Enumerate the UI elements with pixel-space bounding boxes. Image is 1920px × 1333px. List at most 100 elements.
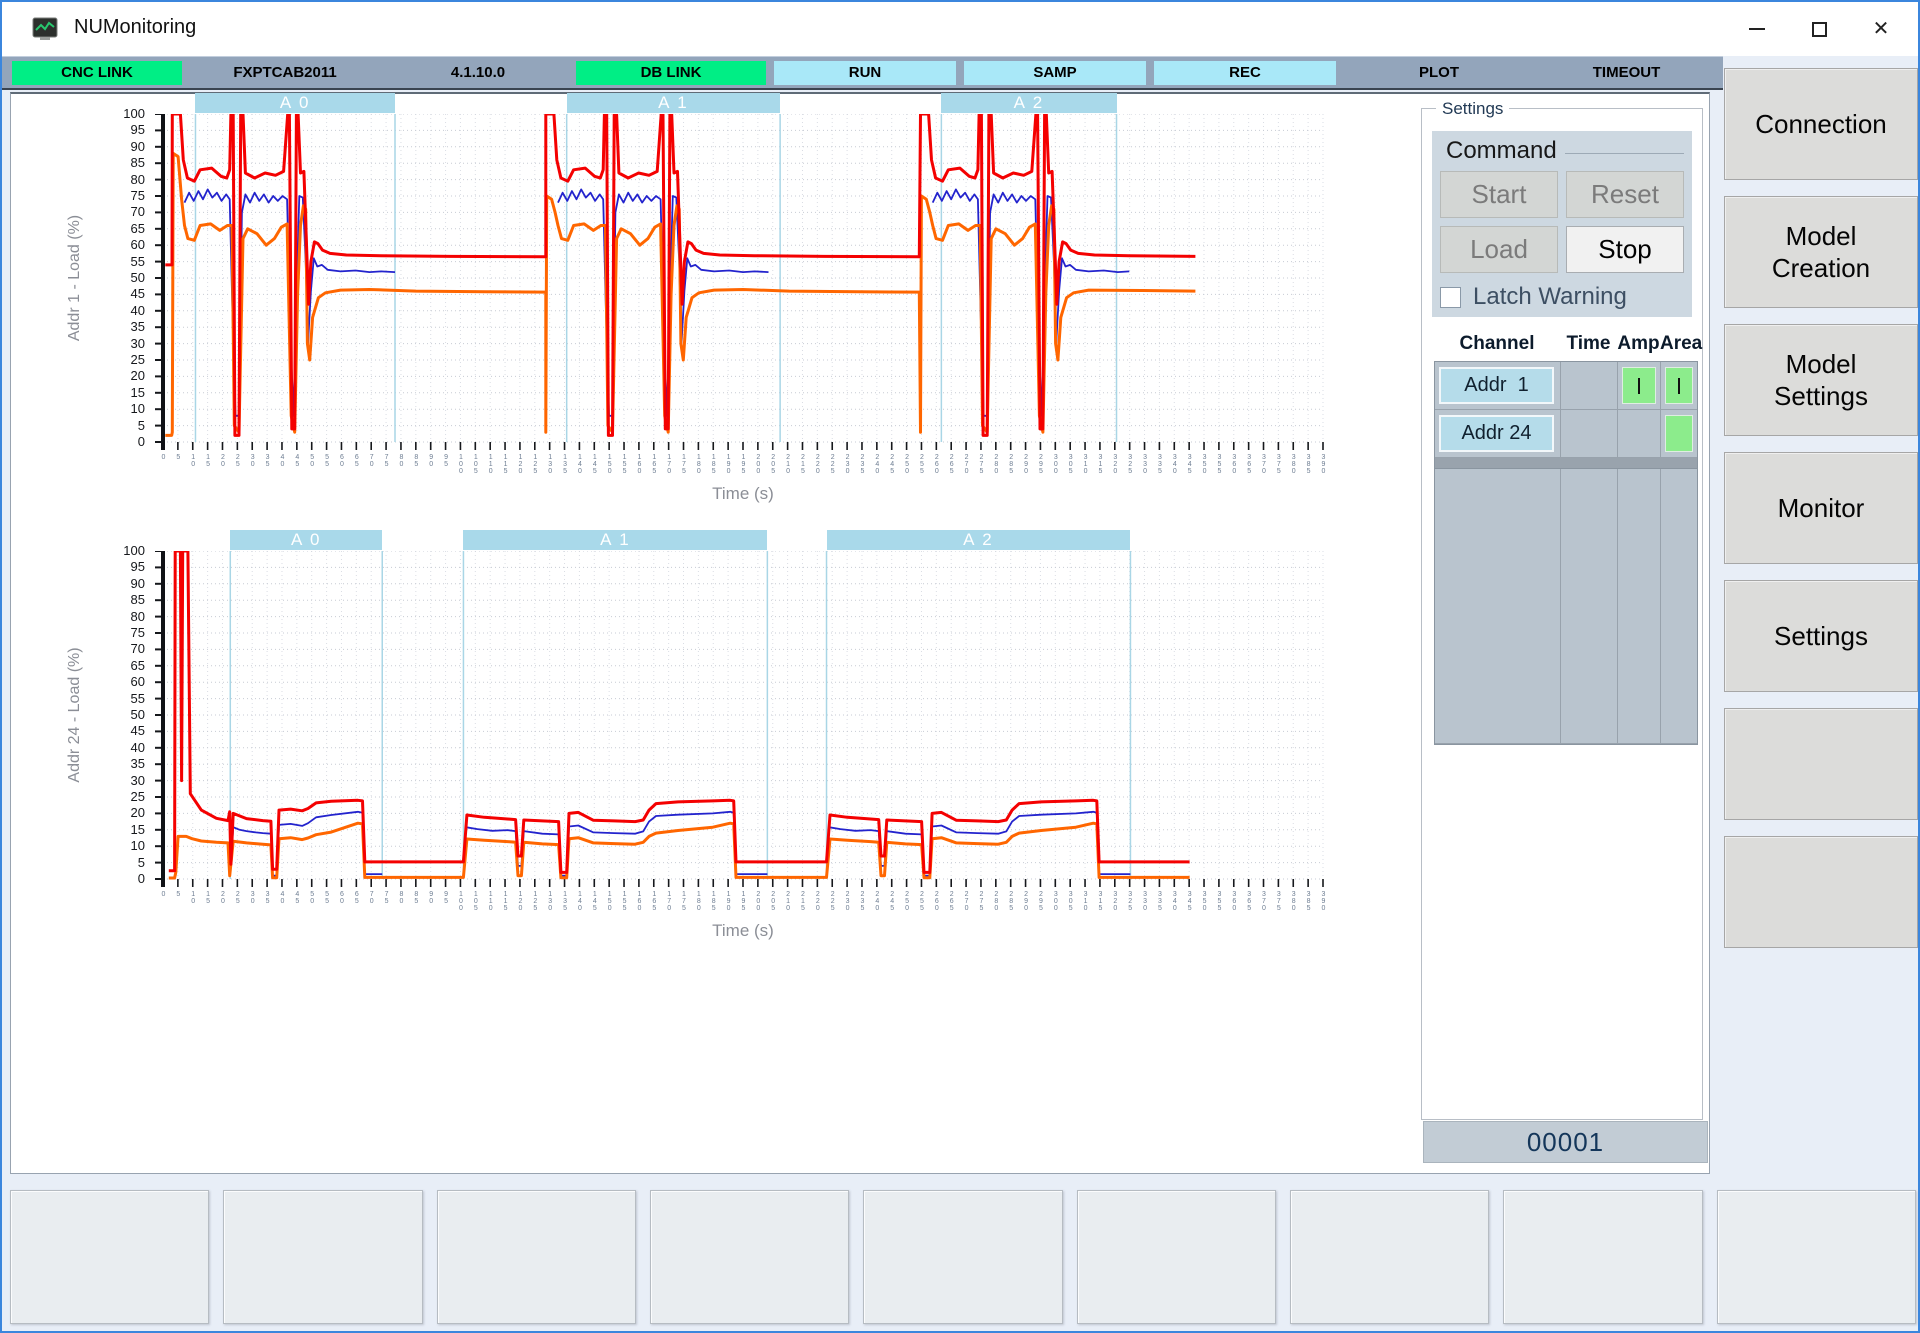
channel-button-addr-24[interactable]: Addr 24 [1439,415,1554,452]
y-tick-label: 90 [109,139,145,154]
sidebar-button-empty-6[interactable] [1724,836,1918,948]
x-tick-label: 70 [368,891,375,905]
channel-cell[interactable]: Addr 1 [1435,362,1561,410]
y-tick-label: 35 [109,756,145,771]
x-tick-label: 90 [428,891,435,905]
x-tick-label: 160 [636,454,643,475]
x-axis-title: Time (s) [712,921,774,941]
channel-table: Addr 1 Addr 24 [1434,361,1698,745]
maximize-button[interactable] [1788,2,1850,56]
bottom-button-6[interactable] [1077,1190,1276,1324]
y-tick-label: 85 [109,155,145,170]
x-tick-label: 280 [993,891,1000,912]
bottom-button-8[interactable] [1503,1190,1702,1324]
x-tick-label: 45 [294,891,301,905]
x-axis-title: Time (s) [712,484,774,504]
x-tick-label: 380 [1290,454,1297,475]
x-tick-label: 360 [1231,891,1238,912]
sidebar-button-connection[interactable]: Connection [1724,68,1918,180]
amp-indicator[interactable] [1622,367,1656,404]
time-cell[interactable] [1561,410,1618,458]
status-db-link: DB LINK [576,61,766,85]
x-tick-label: 215 [799,891,806,912]
empty-cell [1618,469,1661,744]
sidebar-button-model-settings[interactable]: Model Settings [1724,324,1918,436]
x-tick-label: 75 [383,891,390,905]
x-tick-label: 260 [933,454,940,475]
x-tick-label: 135 [562,891,569,912]
window-controls: ✕ [1726,2,1912,56]
x-tick-label: 325 [1127,891,1134,912]
x-tick-label: 105 [472,891,479,912]
stop-button[interactable]: Stop [1566,226,1684,273]
bottom-button-3[interactable] [437,1190,636,1324]
record-counter: 00001 [1423,1121,1708,1163]
bottom-button-4[interactable] [650,1190,849,1324]
amp-cell[interactable] [1618,410,1661,458]
x-tick-label: 335 [1156,454,1163,475]
x-tick-label: 0 [160,454,167,461]
x-tick-label: 155 [621,891,628,912]
x-tick-label: 70 [368,454,375,468]
sidebar-button-empty-5[interactable] [1724,708,1918,820]
x-tick-label: 370 [1261,891,1268,912]
x-tick-label: 275 [978,891,985,912]
channel-button-addr-1[interactable]: Addr 1 [1439,367,1554,404]
x-tick-label: 320 [1112,454,1119,475]
command-buttons: StartResetLoadStop [1440,171,1692,273]
x-tick-label: 320 [1112,891,1119,912]
window-title: NUMonitoring [74,16,196,39]
latch-warning-checkbox[interactable] [1440,287,1461,308]
maximize-icon [1812,22,1827,37]
y-tick-label: 70 [109,641,145,656]
x-tick-label: 245 [889,454,896,475]
area-indicator[interactable] [1665,415,1693,452]
y-tick-label: 10 [109,401,145,416]
bottom-button-7[interactable] [1290,1190,1489,1324]
y-tick-label: 55 [109,691,145,706]
status-plot: PLOT [1344,61,1534,85]
time-cell[interactable] [1561,362,1618,410]
area-cell[interactable] [1661,362,1697,410]
bottom-button-2[interactable] [223,1190,422,1324]
x-tick-label: 95 [443,454,450,468]
x-tick-label: 375 [1275,454,1282,475]
sidebar-nav: Connection Model Creation Model Settings Mo… [1720,68,1920,948]
sidebar-button-monitor[interactable]: Monitor [1724,452,1918,564]
area-indicator[interactable] [1665,367,1693,404]
y-tick-label: 45 [109,286,145,301]
x-tick-label: 15 [205,454,212,468]
empty-cell [1661,469,1697,744]
y-tick-label: 85 [109,592,145,607]
x-tick-label: 140 [576,454,583,475]
minimize-button[interactable] [1726,2,1788,56]
amp-cell[interactable] [1618,362,1661,410]
command-title: Command [1446,137,1557,165]
bottom-button-9[interactable] [1717,1190,1916,1324]
channel-cell[interactable]: Addr 24 [1435,410,1561,458]
sidebar-button-model-creation[interactable]: Model Creation [1724,196,1918,308]
x-tick-label: 120 [517,454,524,475]
load-button[interactable]: Load [1440,226,1558,273]
x-tick-label: 230 [844,454,851,475]
x-tick-label: 190 [725,454,732,475]
x-tick-label: 190 [725,891,732,912]
x-tick-label: 170 [666,891,673,912]
x-tick-label: 10 [190,454,197,468]
start-button[interactable]: Start [1440,171,1558,218]
y-tick-label: 20 [109,368,145,383]
x-tick-label: 330 [1142,454,1149,475]
y-tick-label: 35 [109,319,145,334]
x-tick-label: 60 [338,891,345,905]
y-tick-label: 100 [109,106,145,121]
x-tick-label: 155 [621,454,628,475]
area-cell[interactable] [1661,410,1697,458]
x-tick-label: 125 [532,891,539,912]
sidebar-button-settings[interactable]: Settings [1724,580,1918,692]
bottom-button-1[interactable] [10,1190,209,1324]
reset-button[interactable]: Reset [1566,171,1684,218]
bottom-button-5[interactable] [863,1190,1062,1324]
y-tick-label: 5 [109,418,145,433]
x-tick-label: 305 [1067,454,1074,475]
close-button[interactable]: ✕ [1850,2,1912,56]
